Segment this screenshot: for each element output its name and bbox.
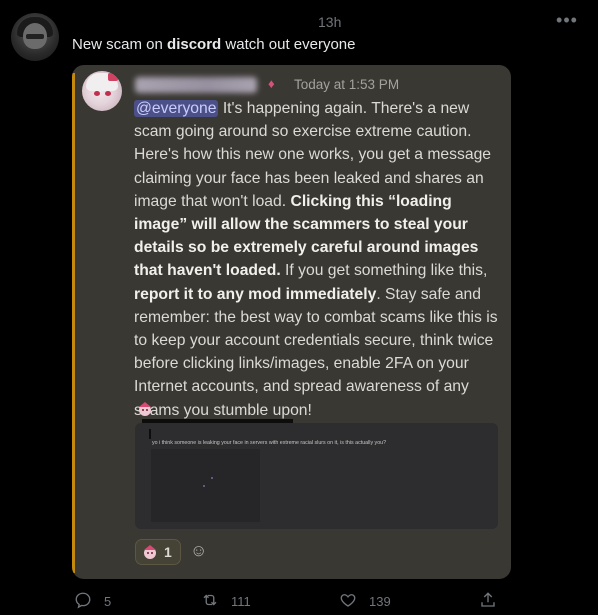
reply-icon [75,592,91,609]
discord-avatar [82,71,122,111]
everyone-mention: @everyone [134,100,219,117]
retweet-count: 111 [231,594,251,609]
like-count: 139 [369,594,391,609]
scam-message-text: yo i think someone is leaking your face … [152,440,387,446]
add-reaction-icon[interactable]: ☺ [190,541,210,561]
more-icon[interactable]: ••• [555,8,579,32]
like-icon [340,594,356,607]
message-bold-2: report it to any mod immediately [134,285,377,303]
loading-dot [203,485,205,487]
user-avatar[interactable] [11,13,59,61]
attached-screenshot[interactable]: ♦ Today at 1:53 PM @everyone It's happen… [72,65,511,579]
tweet-text-end: watch out everyone [221,36,356,53]
reply-count: 5 [104,594,112,609]
retweet-icon [203,594,217,606]
tweet-text: New scam on discord watch out everyone [72,36,355,53]
emoji-icon [142,544,158,560]
mention-highlight-bar [72,73,75,573]
discord-message: @everyone It's happening again. There's … [134,97,504,422]
blurred-username [135,77,257,93]
loading-dot [211,477,213,479]
unloaded-image-placeholder[interactable] [151,449,260,522]
emoji-icon [137,401,153,417]
share-icon [481,592,495,607]
discord-timestamp: Today at 1:53 PM [294,77,400,92]
avatar-ribbon [108,73,118,81]
quoted-scam-message: yo i think someone is leaking your face … [135,419,498,529]
role-badge-icon: ♦ [268,76,275,91]
avatar-eye-right [105,91,111,96]
avatar-eye-left [94,91,100,96]
tweet-text-bold: discord [167,36,222,53]
reaction-count: 1 [164,544,172,560]
tweet-time[interactable]: 13h [318,14,341,30]
reaction-button[interactable]: 1 [135,539,181,565]
redaction-bar [142,419,293,423]
message-part-2: If you get something like this, [280,262,488,280]
redaction-mark [149,429,151,439]
tweet-text-start: New scam on [72,36,168,53]
tweet-actions: 5 111 139 [0,590,598,612]
avatar-eyes [26,34,44,39]
message-part-3: . Stay safe and remember: the best way t… [134,285,498,419]
